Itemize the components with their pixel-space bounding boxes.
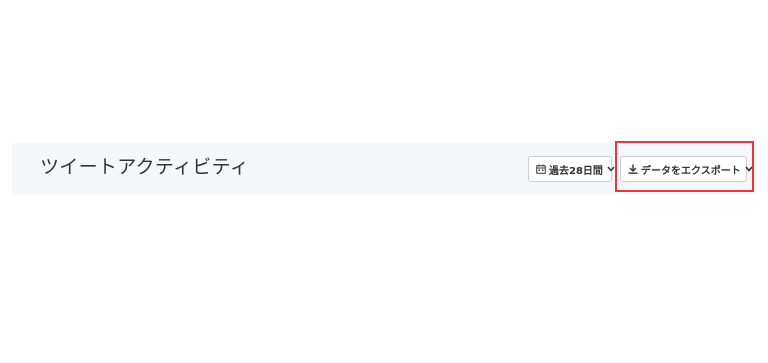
date-range-label: 過去28日間 [549, 165, 603, 177]
download-icon [628, 164, 638, 174]
date-range-button[interactable]: 過去28日間 [528, 156, 615, 182]
page: ツイートアクティビティ 過去28日間 データをエクスポート [0, 0, 768, 363]
export-label: データをエクスポート [641, 165, 741, 177]
chevron-down-icon [607, 166, 615, 172]
activity-header-bar: ツイートアクティビティ 過去28日間 データをエクスポート [12, 143, 756, 194]
page-title: ツイートアクティビティ [40, 156, 250, 178]
export-data-button[interactable]: データをエクスポート [620, 156, 753, 182]
calendar-icon [536, 164, 546, 174]
chevron-down-icon [745, 166, 753, 172]
